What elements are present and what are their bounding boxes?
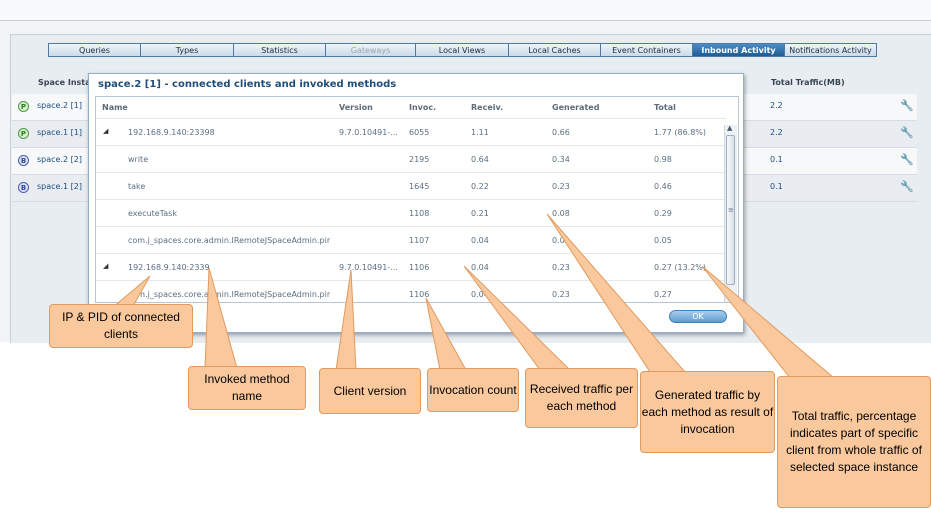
callout-received-traffic: Received traffic per each method: [525, 368, 638, 428]
callout-generated-traffic: Generated traffic by each method as resu…: [640, 371, 775, 453]
received-pointer: [463, 265, 572, 371]
invocation-pointer: [425, 297, 467, 371]
callout-invocation-count: Invocation count: [427, 368, 519, 412]
version-pointer: [335, 269, 357, 371]
callout-method-name: Invoked method name: [188, 366, 306, 410]
generated-pointer: [546, 213, 687, 373]
callout-total-traffic: Total traffic, percentage indicates part…: [777, 376, 931, 508]
callout-ip-pid: IP & PID of connected clients: [49, 304, 193, 348]
total-pointer: [701, 265, 836, 379]
method-pointer: [204, 267, 238, 369]
callout-client-version: Client version: [319, 368, 421, 414]
